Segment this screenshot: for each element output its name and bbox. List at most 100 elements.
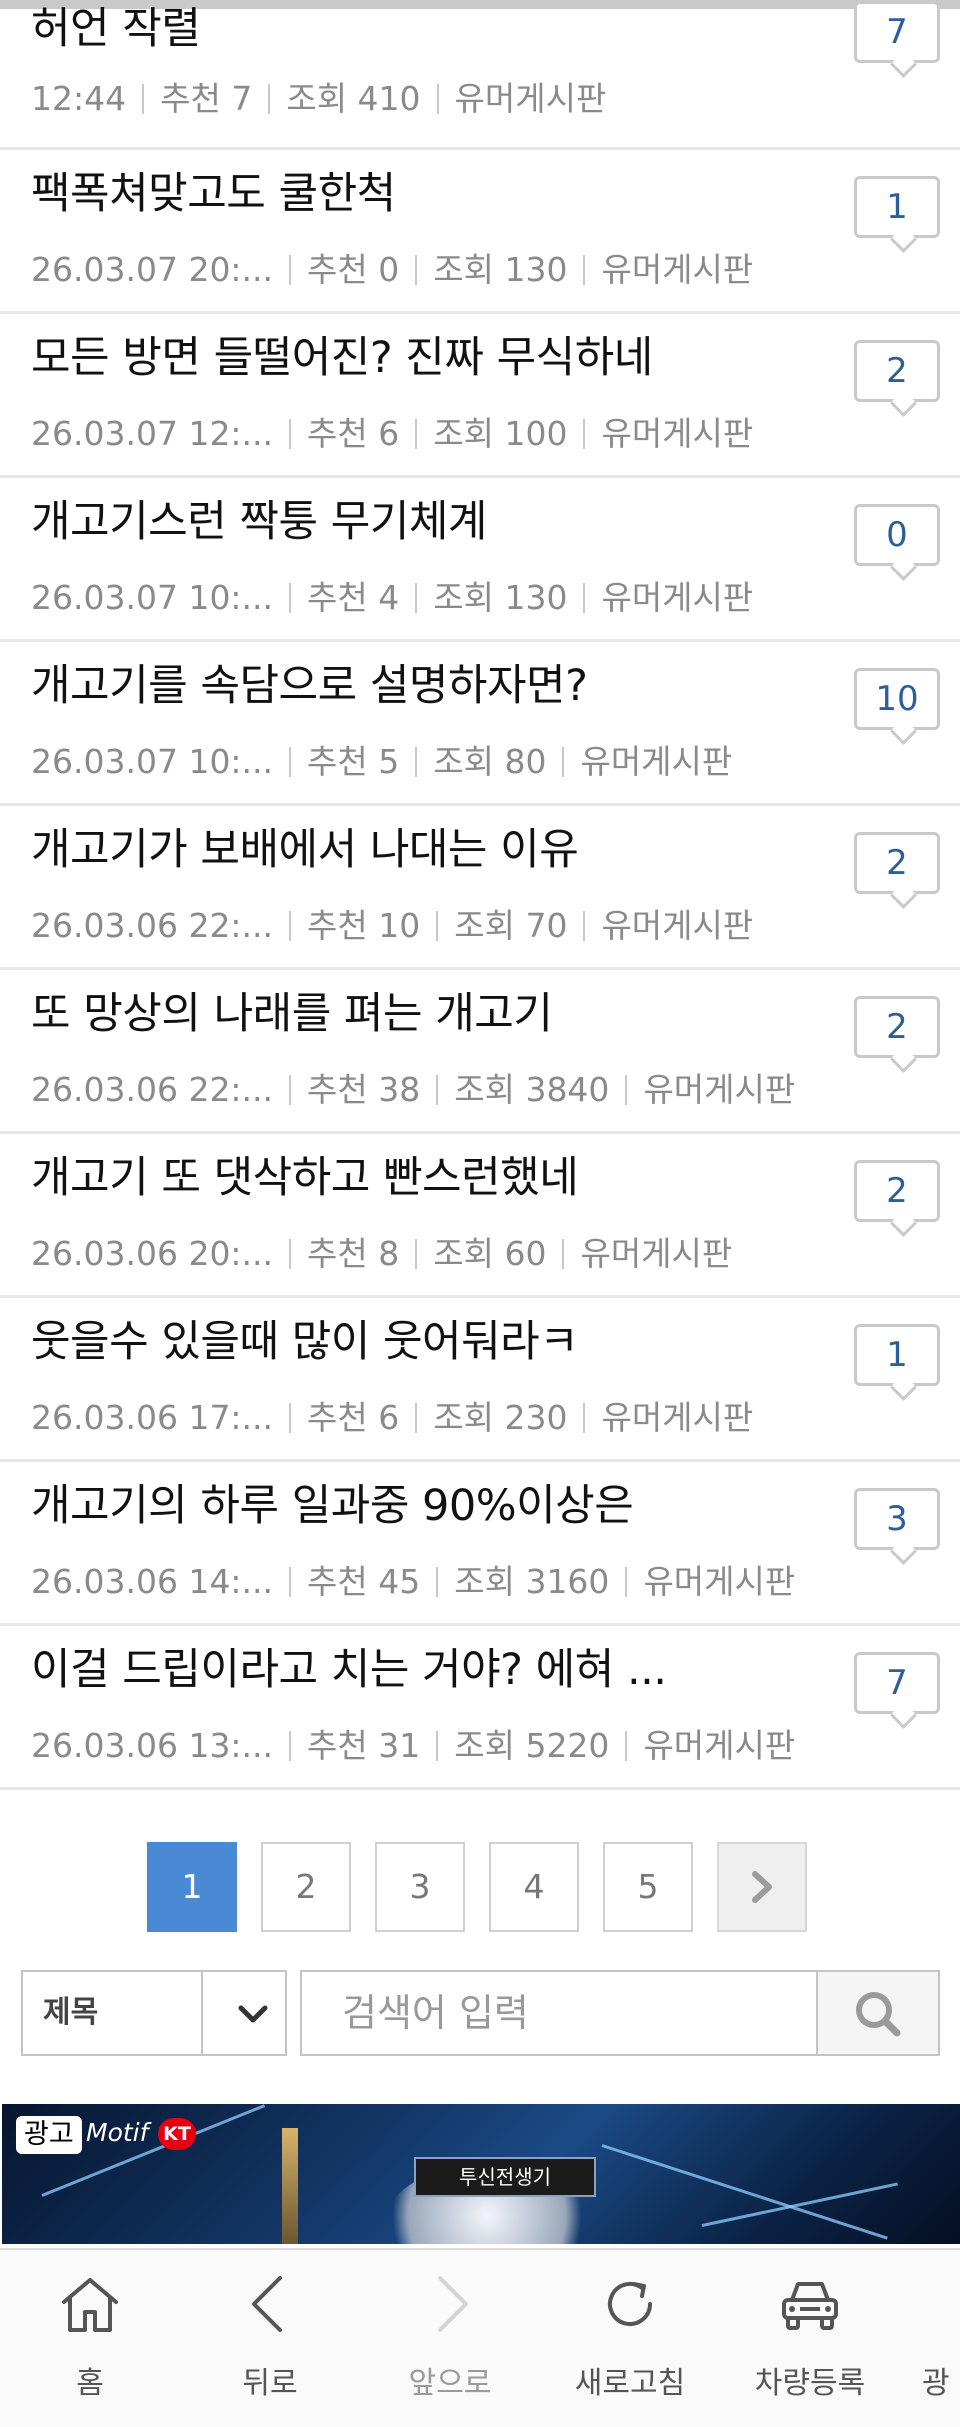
post-recommend: 추천 7 <box>160 79 253 118</box>
post-meta: 26.03.06 22:... 추천 10 조회 70 유머게시판 <box>31 906 753 946</box>
post-row[interactable]: 팩폭쳐맞고도 쿨한척 26.03.07 20:... 추천 0 조회 130 유머게시… <box>0 150 960 314</box>
page-1-button[interactable]: 1 <box>147 1842 237 1932</box>
meta-divider <box>289 255 292 285</box>
post-recommend: 추천 0 <box>307 250 400 289</box>
comment-count-badge[interactable]: 2 <box>854 996 940 1058</box>
post-title[interactable]: 모든 방면 들떨어진? 진짜 무식하네 <box>31 332 653 384</box>
post-row[interactable]: 모든 방면 들떨어진? 진짜 무식하네 26.03.07 12:... 추천 6 조… <box>0 314 960 478</box>
post-row[interactable]: 이걸 드립이라고 치는 거야? 에혀 ... 26.03.06 13:... 추천… <box>0 1626 960 1790</box>
refresh-icon <box>608 2282 652 2326</box>
search-field-label: 제목 <box>43 1995 99 2030</box>
nav-car-register-button[interactable]: 차량등록 <box>735 2250 885 2427</box>
post-title[interactable]: 이걸 드립이라고 치는 거야? 에혀 ... <box>31 1644 667 1696</box>
nav-ad-button[interactable]: 광 <box>900 2250 960 2427</box>
post-row[interactable]: 개고기 또 댓삭하고 빤스런했네 26.03.06 20:... 추천 8 조회 6… <box>0 1134 960 1298</box>
meta-divider <box>289 1731 292 1761</box>
post-recommend: 추천 6 <box>307 1398 400 1437</box>
comment-count-badge[interactable]: 3 <box>854 1488 940 1550</box>
meta-divider <box>436 1567 439 1597</box>
select-divider <box>201 1972 203 2054</box>
post-title[interactable]: 팩폭쳐맞고도 쿨한척 <box>31 168 396 220</box>
post-meta: 26.03.06 13:... 추천 31 조회 5220 유머게시판 <box>31 1726 795 1766</box>
search-field-select[interactable]: 제목 <box>21 1970 287 2056</box>
nav-home-button[interactable]: 홈 <box>15 2250 165 2427</box>
page-4-button[interactable]: 4 <box>489 1842 579 1932</box>
ad-badge: 광고 <box>16 2116 82 2154</box>
chevron-right-icon <box>752 1871 772 1903</box>
comment-count-badge[interactable]: 2 <box>854 340 940 402</box>
home-icon <box>62 2278 118 2332</box>
ad-banner[interactable]: 광고 Motif KT 투신전생기 <box>2 2104 960 2244</box>
post-meta: 26.03.07 10:... 추천 5 조회 80 유머게시판 <box>31 742 732 782</box>
post-date: 26.03.07 12:... <box>31 414 274 453</box>
meta-divider <box>289 1403 292 1433</box>
meta-divider <box>562 1239 565 1269</box>
post-title[interactable]: 또 망상의 나래를 펴는 개고기 <box>31 988 553 1040</box>
post-recommend: 추천 31 <box>307 1726 421 1765</box>
page-5-button[interactable]: 5 <box>603 1842 693 1932</box>
meta-divider <box>289 911 292 941</box>
post-title[interactable]: 개고기 또 댓삭하고 빤스런했네 <box>31 1152 579 1204</box>
game-title-emblem: 투신전생기 <box>414 2157 596 2197</box>
search-button[interactable] <box>818 1972 938 2054</box>
search-input[interactable] <box>302 1972 812 2054</box>
meta-divider <box>142 84 145 114</box>
post-row[interactable]: 개고기를 속담으로 설명하자면? 26.03.07 10:... 추천 5 조회 8… <box>0 642 960 806</box>
comment-count-badge[interactable]: 7 <box>854 1652 940 1714</box>
post-meta: 26.03.07 10:... 추천 4 조회 130 유머게시판 <box>31 578 753 618</box>
page-2-button[interactable]: 2 <box>261 1842 351 1932</box>
meta-divider <box>436 84 439 114</box>
post-row[interactable]: 또 망상의 나래를 펴는 개고기 26.03.06 22:... 추천 38 조회 … <box>0 970 960 1134</box>
post-date: 26.03.07 10:... <box>31 578 274 617</box>
meta-divider <box>625 1731 628 1761</box>
search-bar: 제목 <box>0 1970 960 2056</box>
meta-divider <box>289 1239 292 1269</box>
comment-count-badge[interactable]: 2 <box>854 1160 940 1222</box>
comment-count-badge[interactable]: 7 <box>854 1 940 63</box>
nav-forward-button[interactable]: 앞으로 <box>375 2250 525 2427</box>
comment-count-badge[interactable]: 1 <box>854 1324 940 1386</box>
meta-divider <box>562 747 565 777</box>
post-date: 26.03.06 13:... <box>31 1726 274 1765</box>
meta-divider <box>415 747 418 777</box>
post-meta: 26.03.06 22:... 추천 38 조회 3840 유머게시판 <box>31 1070 795 1110</box>
post-title[interactable]: 개고기를 속담으로 설명하자면? <box>31 660 588 712</box>
post-row[interactable]: 개고기가 보배에서 나대는 이유 26.03.06 22:... 추천 10 조회 … <box>0 806 960 970</box>
post-title[interactable]: 허언 작렬 <box>31 3 201 55</box>
comment-count-badge[interactable]: 2 <box>854 832 940 894</box>
meta-divider <box>289 1075 292 1105</box>
next-page-button[interactable] <box>717 1842 807 1932</box>
meta-divider <box>625 1567 628 1597</box>
comment-count-badge[interactable]: 1 <box>854 176 940 238</box>
nav-back-label: 뒤로 <box>242 2366 298 2401</box>
nav-back-button[interactable]: 뒤로 <box>195 2250 345 2427</box>
meta-divider <box>583 1403 586 1433</box>
post-title[interactable]: 웃을수 있을때 많이 웃어둬라ㅋ <box>31 1316 579 1368</box>
page-3-button[interactable]: 3 <box>375 1842 465 1932</box>
post-views: 조회 5220 <box>454 1726 610 1765</box>
post-board: 유머게시판 <box>643 1562 796 1601</box>
post-title[interactable]: 개고기가 보배에서 나대는 이유 <box>31 824 579 876</box>
comment-count-badge[interactable]: 10 <box>854 668 940 730</box>
nav-refresh-button[interactable]: 새로고침 <box>555 2250 705 2427</box>
comment-count-badge[interactable]: 0 <box>854 504 940 566</box>
post-title[interactable]: 개고기스런 짝퉁 무기체계 <box>31 496 488 548</box>
search-input-group <box>300 1970 940 2056</box>
meta-divider <box>436 1731 439 1761</box>
lightning-decoration <box>601 2144 888 2240</box>
post-row[interactable]: 웃을수 있을때 많이 웃어둬라ㅋ 26.03.06 17:... 추천 6 조회 2… <box>0 1298 960 1462</box>
post-date: 26.03.06 14:... <box>31 1562 274 1601</box>
post-board: 유머게시판 <box>601 578 754 617</box>
nav-car-register-label: 차량등록 <box>754 2366 866 2401</box>
post-board: 유머게시판 <box>601 250 754 289</box>
post-row[interactable]: 개고기의 하루 일과중 90%이상은 26.03.06 14:... 추천 45 조… <box>0 1462 960 1626</box>
forward-icon <box>438 2276 468 2332</box>
post-date: 12:44 <box>31 79 127 118</box>
nav-forward-label: 앞으로 <box>408 2366 492 2401</box>
post-views: 조회 70 <box>454 906 568 945</box>
meta-divider <box>583 255 586 285</box>
meta-divider <box>583 419 586 449</box>
post-row[interactable]: 허언 작렬 12:44 추천 7 조회 410 유머게시판 7 <box>0 1 960 150</box>
post-row[interactable]: 개고기스런 짝퉁 무기체계 26.03.07 10:... 추천 4 조회 130 유… <box>0 478 960 642</box>
post-title[interactable]: 개고기의 하루 일과중 90%이상은 <box>31 1480 634 1532</box>
